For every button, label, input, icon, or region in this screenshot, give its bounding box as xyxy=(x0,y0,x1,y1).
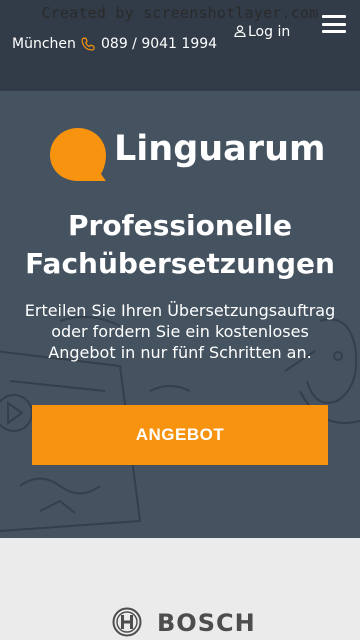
headline-line-1: Professionelle xyxy=(67,209,292,242)
phone-icon[interactable] xyxy=(79,36,97,54)
client-logos-section: BOSCH xyxy=(0,538,360,640)
login-label: Log in xyxy=(248,24,291,40)
user-icon xyxy=(234,25,246,37)
headline-line-2: Fachübersetzungen xyxy=(25,247,335,280)
hero-headline: Professionelle Fachübersetzungen xyxy=(0,207,360,283)
hero-section: Linguarum Professionelle Fachübersetzung… xyxy=(0,91,360,538)
city-label: München xyxy=(12,36,76,52)
bosch-logo-icon xyxy=(112,607,142,637)
brand-name: Linguarum xyxy=(114,129,326,169)
phone-number-link[interactable]: 089 / 9041 1994 xyxy=(101,36,217,52)
angebot-button[interactable]: ANGEBOT xyxy=(32,405,328,465)
bosch-logo-text: BOSCH xyxy=(157,609,256,637)
login-link[interactable]: Log in xyxy=(234,19,294,46)
hero-subtext: Erteilen Sie Ihren Übersetzungsauftrag o… xyxy=(24,301,336,362)
screenshot-watermark: Created by screenshotlayer.com xyxy=(41,4,319,22)
linguarum-logo-icon xyxy=(50,128,106,181)
